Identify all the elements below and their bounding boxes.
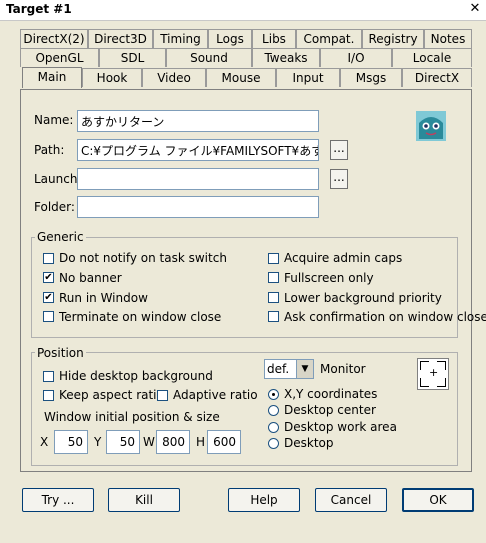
- ok-button[interactable]: OK: [402, 488, 474, 512]
- help-button[interactable]: Help: [228, 488, 300, 512]
- monitor-label: Monitor: [320, 362, 366, 376]
- tab-io[interactable]: I/O: [320, 48, 392, 67]
- run-in-window-checkbox[interactable]: ✔: [43, 292, 54, 303]
- tab-locale[interactable]: Locale: [392, 48, 472, 67]
- folder-field[interactable]: [77, 196, 319, 218]
- tab-mouse[interactable]: Mouse: [206, 68, 276, 87]
- monitor-preview[interactable]: +: [417, 358, 449, 390]
- path-field[interactable]: C:¥プログラム ファイル¥FAMILYSOFT¥あすか120%リ: [77, 139, 319, 161]
- tab-hook[interactable]: Hook: [82, 68, 142, 87]
- w-label: W: [143, 435, 155, 449]
- cancel-button[interactable]: Cancel: [315, 488, 387, 512]
- hide-desktop-label: Hide desktop background: [59, 369, 213, 383]
- try-button[interactable]: Try ...: [22, 488, 94, 512]
- launch-label: Launch:: [34, 172, 82, 186]
- no-banner-label: No banner: [59, 271, 122, 285]
- close-icon[interactable]: ✕: [467, 1, 483, 17]
- desktop-work-area-label: Desktop work area: [284, 420, 397, 434]
- tab-logs[interactable]: Logs: [208, 29, 252, 48]
- run-in-window-label: Run in Window: [59, 291, 148, 305]
- tab-sound[interactable]: Sound: [166, 48, 252, 67]
- no-notify-label: Do not notify on task switch: [59, 251, 227, 265]
- h-label: H: [196, 435, 206, 449]
- desktop-label: Desktop: [284, 436, 334, 450]
- name-field[interactable]: あすかリターン: [77, 110, 319, 132]
- corner-mark: [437, 361, 446, 370]
- dialog-window: Target #1 ✕ DirectX(2) Direct3D Timing L…: [0, 0, 486, 543]
- launch-field[interactable]: [77, 168, 319, 190]
- tab-tweaks[interactable]: Tweaks: [252, 48, 320, 67]
- window-title: Target #1: [6, 2, 72, 16]
- corner-mark: [437, 378, 446, 387]
- y-field[interactable]: 50: [106, 430, 140, 454]
- terminate-on-close-checkbox[interactable]: [43, 311, 54, 322]
- adaptive-ratio-label: Adaptive ratio: [173, 388, 258, 402]
- tab-video[interactable]: Video: [142, 68, 206, 87]
- no-banner-checkbox[interactable]: ✔: [43, 272, 54, 283]
- ask-confirmation-checkbox[interactable]: [268, 311, 279, 322]
- tab-timing[interactable]: Timing: [153, 29, 208, 48]
- folder-label: Folder:: [34, 200, 75, 214]
- fullscreen-only-label: Fullscreen only: [284, 271, 374, 285]
- chevron-down-icon[interactable]: ▼: [296, 360, 313, 378]
- desktop-radio[interactable]: [268, 438, 279, 449]
- monitor-select-value: def.: [267, 362, 290, 376]
- path-label: Path:: [34, 143, 65, 157]
- adaptive-ratio-checkbox[interactable]: [157, 390, 168, 401]
- desktop-center-label: Desktop center: [284, 403, 376, 417]
- tab-registry[interactable]: Registry: [362, 29, 424, 48]
- kill-button[interactable]: Kill: [108, 488, 180, 512]
- radio-selected-dot: [272, 393, 275, 396]
- desktop-work-area-radio[interactable]: [268, 422, 279, 433]
- tab-direct3d[interactable]: Direct3D: [88, 29, 153, 48]
- keep-aspect-checkbox[interactable]: [43, 390, 54, 401]
- position-group-title: Position: [35, 346, 86, 360]
- crosshair-icon: +: [429, 366, 439, 379]
- xy-coordinates-label: X,Y coordinates: [284, 387, 378, 401]
- h-field[interactable]: 600: [207, 430, 241, 454]
- monitor-select[interactable]: def. ▼: [264, 359, 314, 379]
- acquire-admin-checkbox[interactable]: [268, 253, 279, 264]
- tab-msgs[interactable]: Msgs: [340, 68, 402, 87]
- tab-input[interactable]: Input: [276, 68, 340, 87]
- generic-group-title: Generic: [35, 230, 86, 244]
- tab-compat[interactable]: Compat.: [296, 29, 362, 48]
- tab-notes[interactable]: Notes: [424, 29, 472, 48]
- app-icon: [416, 111, 446, 141]
- tab-directx2[interactable]: DirectX(2): [20, 29, 88, 48]
- tab-main[interactable]: Main: [22, 67, 82, 88]
- tab-sdl[interactable]: SDL: [99, 48, 166, 67]
- y-label: Y: [94, 435, 102, 449]
- fullscreen-only-checkbox[interactable]: [268, 272, 279, 283]
- corner-mark: [420, 378, 429, 387]
- tab-directx[interactable]: DirectX: [402, 68, 472, 87]
- x-field[interactable]: 50: [54, 430, 88, 454]
- path-browse-button[interactable]: ...: [330, 140, 348, 160]
- initial-position-label: Window initial position & size: [44, 410, 220, 424]
- corner-mark: [420, 361, 429, 370]
- terminate-on-close-label: Terminate on window close: [59, 310, 222, 324]
- title-bar: Target #1 ✕: [0, 0, 486, 21]
- keep-aspect-label: Keep aspect ratio: [59, 388, 164, 402]
- launch-browse-button[interactable]: ...: [330, 169, 348, 189]
- acquire-admin-label: Acquire admin caps: [284, 251, 403, 265]
- x-label: X: [40, 435, 49, 449]
- no-notify-checkbox[interactable]: [43, 253, 54, 264]
- lower-priority-checkbox[interactable]: [268, 292, 279, 303]
- ask-confirmation-label: Ask confirmation on window close: [284, 310, 486, 324]
- xy-coordinates-radio[interactable]: [268, 389, 279, 400]
- tab-opengl[interactable]: OpenGL: [20, 48, 99, 67]
- name-label: Name:: [34, 113, 74, 127]
- tab-libs[interactable]: Libs: [252, 29, 296, 48]
- lower-priority-label: Lower background priority: [284, 291, 442, 305]
- w-field[interactable]: 800: [156, 430, 190, 454]
- hide-desktop-checkbox[interactable]: [43, 371, 54, 382]
- desktop-center-radio[interactable]: [268, 405, 279, 416]
